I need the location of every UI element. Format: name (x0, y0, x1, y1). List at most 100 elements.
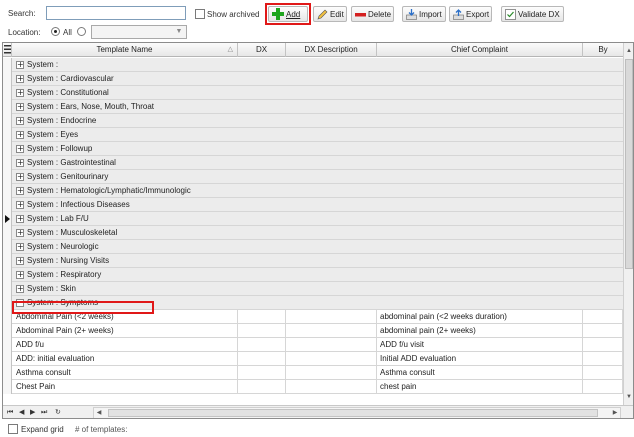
row-indicator[interactable] (3, 366, 12, 380)
expand-icon[interactable]: + (16, 131, 24, 139)
group-row[interactable]: + System : Lab F/U (3, 212, 623, 226)
cell-by[interactable] (583, 352, 623, 366)
group-row[interactable]: + System : Cardiovascular (3, 72, 623, 86)
expand-icon[interactable]: + (16, 215, 24, 223)
cell-dx[interactable] (238, 310, 286, 324)
expand-icon[interactable]: + (16, 201, 24, 209)
column-header-dx[interactable]: DX (238, 43, 286, 57)
edit-button[interactable]: Edit (313, 6, 347, 22)
expand-icon[interactable]: + (16, 173, 24, 181)
expand-icon[interactable]: + (16, 229, 24, 237)
cell-dx[interactable] (238, 352, 286, 366)
group-row[interactable]: + System : Nursing Visits (3, 254, 623, 268)
row-indicator[interactable] (3, 128, 12, 142)
row-indicator[interactable] (3, 282, 12, 296)
group-row[interactable]: + System : Neurologic (3, 240, 623, 254)
cell-by[interactable] (583, 380, 623, 394)
row-indicator[interactable] (3, 254, 12, 268)
cell-dx[interactable] (238, 366, 286, 380)
expand-icon[interactable]: + (16, 145, 24, 153)
column-chooser-icon[interactable] (3, 43, 12, 57)
cell-chief-complaint[interactable]: Initial ADD evaluation (377, 352, 583, 366)
delete-button[interactable]: Delete (351, 6, 394, 22)
scroll-left-icon[interactable]: ◀ (94, 407, 104, 418)
cell-by[interactable] (583, 310, 623, 324)
row-indicator[interactable] (3, 352, 12, 366)
cell-template-name[interactable]: Asthma consult (12, 366, 238, 380)
cell-dx-description[interactable] (286, 366, 377, 380)
show-archived-checkbox[interactable] (195, 9, 205, 19)
expand-icon[interactable]: + (16, 285, 24, 293)
row-indicator[interactable] (3, 58, 12, 72)
column-header-chief-complaint[interactable]: Chief Complaint (377, 43, 583, 57)
group-row[interactable]: + System : Musculoskeletal (3, 226, 623, 240)
column-header-dx-description[interactable]: DX Description (286, 43, 377, 57)
cell-dx-description[interactable] (286, 338, 377, 352)
row-indicator[interactable] (3, 226, 12, 240)
table-row[interactable]: Asthma consult Asthma consult (3, 366, 623, 380)
cell-dx-description[interactable] (286, 324, 377, 338)
group-row[interactable]: + System : Gastrointestinal (3, 156, 623, 170)
group-row[interactable]: + System : Eyes (3, 128, 623, 142)
expand-grid-checkbox[interactable] (8, 424, 18, 434)
table-row[interactable]: Chest Pain chest pain (3, 380, 623, 394)
cell-chief-complaint[interactable]: Asthma consult (377, 366, 583, 380)
cell-dx-description[interactable] (286, 310, 377, 324)
cell-template-name[interactable]: Chest Pain (12, 380, 238, 394)
table-row[interactable]: Abdominal Pain (2+ weeks) abdominal pain … (3, 324, 623, 338)
group-row[interactable]: + System : Hematologic/Lymphatic/Immunolo… (3, 184, 623, 198)
expand-icon[interactable]: + (16, 103, 24, 111)
location-all-radio[interactable] (51, 27, 60, 36)
scroll-right-icon[interactable]: ▶ (610, 407, 620, 418)
last-record-icon[interactable]: ⏭ (41, 407, 47, 418)
expand-icon[interactable]: + (16, 117, 24, 125)
first-record-icon[interactable]: ⏮ (7, 407, 13, 418)
scroll-down-icon[interactable]: ▼ (624, 391, 633, 403)
cell-dx[interactable] (238, 338, 286, 352)
group-row[interactable]: + System : Skin (3, 282, 623, 296)
row-indicator[interactable] (3, 240, 12, 254)
vertical-scroll-thumb[interactable] (625, 59, 633, 269)
row-indicator[interactable] (3, 212, 12, 226)
expand-icon[interactable]: + (16, 61, 24, 69)
expand-icon[interactable]: + (16, 159, 24, 167)
row-indicator[interactable] (3, 170, 12, 184)
row-indicator[interactable] (3, 86, 12, 100)
group-row[interactable]: + System : Infectious Diseases (3, 198, 623, 212)
vertical-scrollbar[interactable]: ▲ ▼ (623, 43, 633, 405)
row-indicator[interactable] (3, 380, 12, 394)
group-row[interactable]: + System : (3, 58, 623, 72)
cell-dx-description[interactable] (286, 380, 377, 394)
row-indicator[interactable] (3, 142, 12, 156)
group-row[interactable]: + System : Followup (3, 142, 623, 156)
expand-icon[interactable]: + (16, 271, 24, 279)
group-row[interactable]: + System : Ears, Nose, Mouth, Throat (3, 100, 623, 114)
row-indicator[interactable] (3, 100, 12, 114)
location-select[interactable]: ▼ (91, 25, 187, 39)
group-row[interactable]: + System : Genitourinary (3, 170, 623, 184)
group-row[interactable]: + System : Constitutional (3, 86, 623, 100)
row-indicator[interactable] (3, 198, 12, 212)
row-indicator[interactable] (3, 296, 12, 310)
cell-chief-complaint[interactable]: abdominal pain (<2 weeks duration) (377, 310, 583, 324)
row-indicator[interactable] (3, 114, 12, 128)
row-indicator[interactable] (3, 184, 12, 198)
cell-dx[interactable] (238, 324, 286, 338)
export-button[interactable]: Export (449, 6, 492, 22)
cell-dx-description[interactable] (286, 352, 377, 366)
cell-by[interactable] (583, 366, 623, 380)
expand-icon[interactable]: + (16, 89, 24, 97)
refresh-icon[interactable]: ↻ (55, 407, 61, 418)
cell-chief-complaint[interactable]: chest pain (377, 380, 583, 394)
group-row[interactable]: + System : Respiratory (3, 268, 623, 282)
location-specific-radio[interactable] (77, 27, 86, 36)
expand-icon[interactable]: + (16, 257, 24, 265)
row-indicator[interactable] (3, 324, 12, 338)
cell-by[interactable] (583, 324, 623, 338)
cell-chief-complaint[interactable]: abdominal pain (2+ weeks) (377, 324, 583, 338)
row-indicator[interactable] (3, 156, 12, 170)
scroll-up-icon[interactable]: ▲ (624, 45, 633, 57)
group-row[interactable]: + System : Endocrine (3, 114, 623, 128)
column-header-by[interactable]: By (583, 43, 623, 57)
import-button[interactable]: Import (402, 6, 446, 22)
